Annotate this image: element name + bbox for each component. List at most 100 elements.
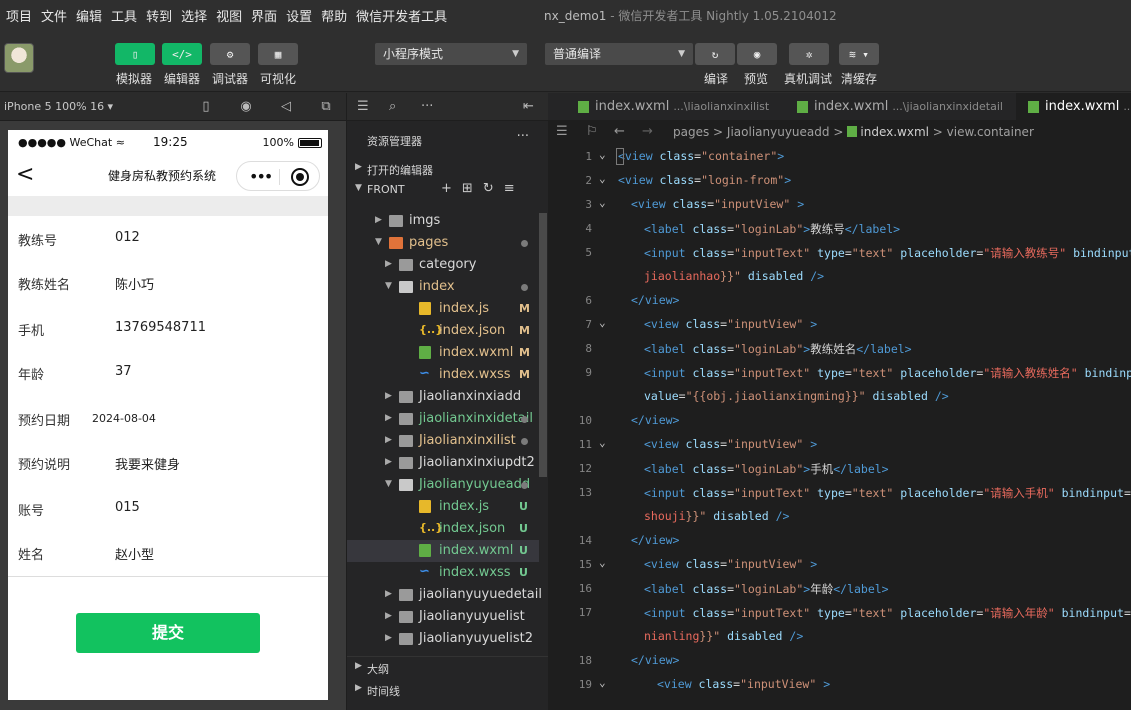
files-icon[interactable]: ☰	[357, 99, 369, 114]
search-icon[interactable]: ⌕	[389, 99, 396, 114]
fold-chevron-icon[interactable]: ⌄	[599, 676, 606, 689]
tree-item[interactable]: ▶ Jiaolianxinxilist	[347, 430, 539, 452]
phone-icon: ▯	[131, 47, 139, 61]
menu-item[interactable]: 选择	[181, 6, 207, 25]
popout-icon[interactable]: ⧉	[318, 99, 334, 115]
bookmark-icon[interactable]: ⚐	[586, 124, 598, 139]
editor-tab[interactable]: index.wxml ...\jiaolianxinxidetail	[785, 93, 1007, 121]
tree-item[interactable]: ∽ index.wxss U	[347, 562, 539, 584]
simulator-toggle-button[interactable]: ▯	[115, 43, 155, 65]
tree-item[interactable]: index.js U	[347, 496, 539, 518]
compile-button[interactable]: ↻	[695, 43, 735, 65]
refresh-icon[interactable]: ↻	[483, 181, 504, 196]
tree-item[interactable]: index.wxml M	[347, 342, 539, 364]
more-icon[interactable]: ···	[421, 99, 433, 114]
tree-item[interactable]: ▶ jiaolianyuyuedetail	[347, 584, 542, 606]
tree-item[interactable]: ∽ index.wxss M	[347, 364, 539, 386]
tree-item[interactable]: ▶ Jiaolianxinxiupdt2	[347, 452, 539, 474]
visual-toggle-button[interactable]: ▦	[258, 43, 298, 65]
timeline-section[interactable]: ▶ 时间线	[347, 679, 548, 701]
form-field-value[interactable]: 012	[115, 230, 140, 245]
close-target-icon[interactable]	[291, 168, 309, 186]
new-folder-icon[interactable]: ⊞	[462, 181, 483, 196]
form-field-value[interactable]: 2024-08-04	[92, 412, 156, 425]
avatar[interactable]	[4, 43, 34, 73]
breadcrumb-node[interactable]: view.container	[947, 125, 1034, 139]
tree-item[interactable]: {..} index.json M	[347, 320, 539, 342]
menu-item[interactable]: 界面	[251, 6, 277, 25]
form-field-value[interactable]: 赵小型	[115, 544, 154, 563]
menu-item[interactable]: 帮助	[321, 6, 347, 25]
code-editor[interactable]: 1 ⌄ <view class="container"> 2 ⌄ <view class=…	[548, 145, 1131, 710]
device-select[interactable]: iPhone 5 100% 16 ▾	[4, 100, 113, 113]
tree-item[interactable]: ▶ jiaolianxinxidetail	[347, 408, 539, 430]
code-token: 手机	[810, 462, 834, 476]
menu-item[interactable]: 视图	[216, 6, 242, 25]
collapse-all-icon[interactable]: ≡	[504, 181, 525, 196]
arrow-left-icon[interactable]: ←	[614, 124, 625, 139]
outline-section[interactable]: ▶ 大纲	[347, 656, 548, 678]
list-icon[interactable]: ☰	[556, 124, 568, 139]
form-field-value[interactable]: 37	[115, 364, 132, 379]
menu-item[interactable]: 编辑	[76, 6, 102, 25]
fold-chevron-icon[interactable]: ⌄	[599, 196, 606, 209]
breadcrumb-folder[interactable]: Jiaolianyuyueadd	[727, 125, 830, 139]
phone-rotate-icon[interactable]: ▯	[198, 99, 214, 115]
tree-item-label: index.wxss	[439, 565, 511, 580]
menu-item[interactable]: 项目	[6, 6, 32, 25]
editor-toggle-button[interactable]: </>	[162, 43, 202, 65]
volume-icon[interactable]: ◁	[278, 99, 294, 115]
form-row: 教练号 012	[8, 216, 328, 261]
open-editors-section[interactable]: ▶ 打开的编辑器	[347, 158, 548, 180]
menu-item[interactable]: 工具	[111, 6, 137, 25]
menu-item[interactable]: 设置	[286, 6, 312, 25]
mode-select[interactable]: 小程序模式 ▼	[375, 43, 527, 65]
debugger-toggle-button[interactable]: ⚙	[210, 43, 250, 65]
editor-tab[interactable]: index.wxml ...\liaolianxinxilist	[566, 93, 776, 121]
tree-item[interactable]: ▶ Jiaolianxinxiadd	[347, 386, 539, 408]
breadcrumb-file[interactable]: index.wxml	[860, 125, 929, 139]
json-file-icon: {..}	[419, 521, 444, 534]
tree-item[interactable]: ▶ imgs	[347, 210, 539, 232]
tree-item[interactable]: ▼ Jiaolianyuyueadd	[347, 474, 539, 496]
menu-item[interactable]: 微信开发者工具	[356, 6, 447, 25]
submit-button[interactable]: 提交	[76, 613, 260, 653]
record-icon[interactable]: ◉	[238, 99, 254, 115]
real-debug-button[interactable]: ✲	[789, 43, 829, 65]
explorer-scrollbar[interactable]	[539, 213, 547, 477]
form-field-value[interactable]: 13769548711	[115, 320, 206, 335]
form-field-value[interactable]: 015	[115, 500, 140, 515]
tree-item[interactable]: ▼ pages	[347, 232, 539, 254]
collapse-panel-icon[interactable]: ⇤	[523, 99, 534, 114]
fold-chevron-icon[interactable]: ⌄	[599, 556, 606, 569]
editor-tab[interactable]: index.wxml...\	[1016, 93, 1131, 121]
tree-item[interactable]: ▶ Jiaolianyuyuelist	[347, 606, 539, 628]
menu-item[interactable]: 转到	[146, 6, 172, 25]
fold-chevron-icon[interactable]: ⌄	[599, 172, 606, 185]
breadcrumb-pages[interactable]: pages	[673, 125, 709, 139]
compile-mode-select[interactable]: 普通编译 ▼	[545, 43, 693, 65]
clear-cache-button[interactable]: ≋ ▾	[839, 43, 879, 65]
menu-item[interactable]: 文件	[41, 6, 67, 25]
explorer-more-icon[interactable]: ···	[517, 129, 529, 144]
code-token: =	[844, 606, 852, 620]
fold-chevron-icon[interactable]: ⌄	[599, 148, 606, 161]
tree-item[interactable]: ▶ Jiaolianyuyuelist2	[347, 628, 539, 650]
tree-item[interactable]: ▶ category	[347, 254, 539, 276]
arrow-right-icon[interactable]: →	[642, 124, 653, 139]
form-field-value[interactable]: 陈小巧	[115, 274, 154, 293]
tree-item[interactable]: ▼ index	[347, 276, 539, 298]
fold-chevron-icon[interactable]: ⌄	[599, 436, 606, 449]
fold-chevron-icon[interactable]: ⌄	[599, 316, 606, 329]
tree-item[interactable]: index.js M	[347, 298, 539, 320]
tree-item[interactable]: {..} index.json U	[347, 518, 539, 540]
tree-item[interactable]: index.wxml U	[347, 540, 539, 562]
menu-items: 项目 文件 编辑 工具 转到 选择 视图 界面 设置 帮助 微信开发者工具	[0, 6, 456, 25]
back-icon[interactable]: <	[16, 162, 34, 187]
root-folder-section[interactable]: ▼ FRONT +⊞↻≡	[347, 179, 548, 201]
preview-button[interactable]: ◉	[737, 43, 777, 65]
form-field-value[interactable]: 我要来健身	[115, 454, 180, 473]
code-token: "请输入教练号"	[983, 246, 1067, 260]
more-icon[interactable]: •••	[249, 167, 273, 186]
new-file-icon[interactable]: +	[441, 181, 462, 196]
